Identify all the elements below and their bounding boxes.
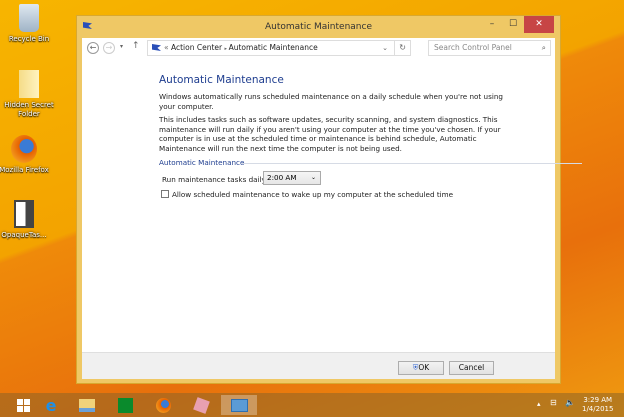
taskbar: e ▴ ⊟ 🔈 3:29 AM 1/4/2015 bbox=[0, 393, 624, 417]
desktop-icon-firefox[interactable]: Mozilla Firefox bbox=[0, 135, 53, 175]
search-icon: ⌕ bbox=[541, 43, 546, 52]
wake-checkbox[interactable] bbox=[161, 190, 169, 198]
start-button[interactable] bbox=[8, 395, 38, 415]
search-placeholder: Search Control Panel bbox=[434, 43, 512, 52]
details-text: This includes tasks such as software upd… bbox=[159, 115, 501, 153]
cancel-button[interactable]: Cancel bbox=[449, 361, 494, 375]
page-title: Automatic Maintenance bbox=[159, 74, 284, 86]
maintenance-time-select[interactable]: 2:00 AM ⌄ bbox=[263, 171, 321, 185]
selected-time: 2:00 AM bbox=[267, 173, 297, 182]
desktop-icon-opaquetaskbar[interactable]: OpaqueTas... bbox=[0, 200, 53, 240]
windows-logo-icon bbox=[16, 398, 30, 412]
desktop-icon-hidden-folder[interactable]: Hidden Secret Folder bbox=[0, 70, 58, 119]
clock-time: 3:29 AM bbox=[583, 396, 613, 404]
breadcrumb-automatic-maintenance[interactable]: Automatic Maintenance bbox=[229, 43, 318, 52]
breadcrumb-action-center[interactable]: Action Center bbox=[171, 43, 222, 52]
group-label: Automatic Maintenance bbox=[159, 158, 245, 167]
automatic-maintenance-window: Automatic Maintenance – ☐ ✕ ← → ▾ ↑ « Ac… bbox=[76, 15, 582, 384]
address-bar[interactable]: « Action Center ▸ Automatic Maintenance … bbox=[147, 40, 411, 56]
close-button[interactable]: ✕ bbox=[524, 16, 554, 33]
forward-button[interactable]: → bbox=[103, 42, 115, 54]
minimize-button[interactable]: – bbox=[482, 16, 502, 33]
file-explorer-icon[interactable] bbox=[72, 395, 102, 415]
show-hidden-icons-button[interactable]: ▴ bbox=[537, 400, 541, 408]
description-text: Windows automatically runs scheduled mai… bbox=[159, 92, 503, 111]
recycle-bin-icon bbox=[19, 4, 39, 32]
wake-label[interactable]: Allow scheduled maintenance to wake up m… bbox=[172, 190, 453, 199]
app-taskbar-icon[interactable] bbox=[186, 395, 216, 415]
search-input[interactable]: Search Control Panel ⌕ bbox=[428, 40, 551, 56]
up-button[interactable]: ↑ bbox=[132, 41, 140, 51]
breadcrumb-overflow[interactable]: « bbox=[164, 43, 169, 52]
group-divider bbox=[242, 163, 582, 164]
clock[interactable]: 3:29 AM 1/4/2015 bbox=[582, 396, 613, 414]
store-icon[interactable] bbox=[110, 395, 140, 415]
chevron-down-icon: ⌄ bbox=[310, 174, 316, 181]
refresh-icon[interactable]: ↻ bbox=[394, 41, 406, 55]
title-bar[interactable]: Automatic Maintenance – ☐ ✕ bbox=[77, 16, 560, 38]
firefox-taskbar-icon[interactable] bbox=[148, 395, 178, 415]
firefox-icon bbox=[11, 135, 37, 163]
control-panel-taskbar-icon[interactable] bbox=[221, 395, 257, 415]
dialog-footer: ⛨OK Cancel bbox=[82, 352, 555, 379]
recent-locations-dropdown[interactable]: ▾ bbox=[120, 43, 123, 50]
run-time-label: Run maintenance tasks daily at bbox=[162, 175, 276, 184]
ok-label: OK bbox=[418, 363, 430, 372]
volume-icon[interactable]: 🔈 bbox=[565, 398, 575, 407]
navigation-bar: ← → ▾ ↑ « Action Center ▸ Automatic Main… bbox=[82, 38, 555, 58]
maximize-button[interactable]: ☐ bbox=[503, 16, 523, 33]
app-icon bbox=[14, 200, 34, 228]
action-center-flag-icon bbox=[152, 44, 161, 51]
desktop-icon-recycle-bin[interactable]: Recycle Bin bbox=[0, 4, 58, 44]
internet-explorer-icon[interactable]: e bbox=[36, 395, 66, 415]
clock-date: 1/4/2015 bbox=[582, 405, 614, 413]
content-pane: Automatic Maintenance Windows automatica… bbox=[82, 58, 582, 352]
ok-button[interactable]: ⛨OK bbox=[398, 361, 444, 375]
address-dropdown-icon[interactable]: ⌄ bbox=[382, 41, 388, 55]
network-icon[interactable]: ⊟ bbox=[550, 398, 557, 407]
back-button[interactable]: ← bbox=[87, 42, 99, 54]
folder-icon bbox=[19, 70, 39, 98]
